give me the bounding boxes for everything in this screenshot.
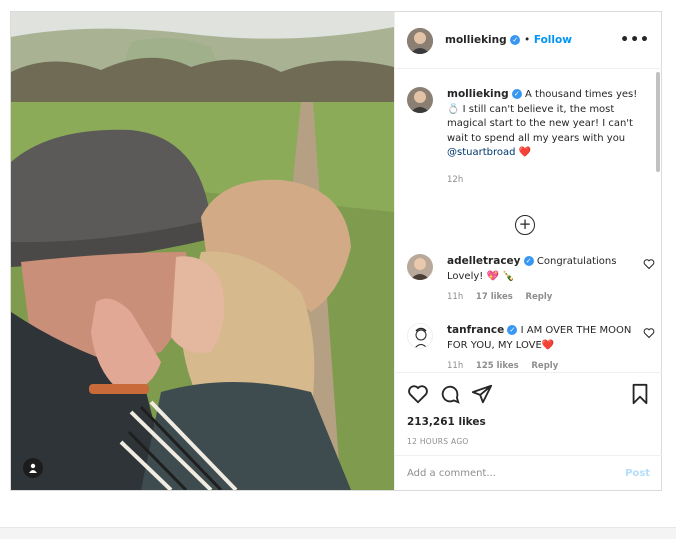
comment-username[interactable]: adelletracey <box>447 255 521 267</box>
comment-username[interactable]: tanfrance <box>447 324 504 336</box>
verified-icon: ✓ <box>523 256 534 266</box>
comment-likes[interactable]: 125 likes <box>476 361 519 371</box>
user-tag-icon[interactable] <box>23 458 43 478</box>
post-timestamp[interactable]: 12 HOURS AGO <box>407 437 469 446</box>
share-icon[interactable] <box>471 383 493 405</box>
caption-row: mollieking ✓ A thousand times yes! 💍 I s… <box>407 87 647 197</box>
comments-scrollbar[interactable] <box>656 72 660 172</box>
comment-row: tanfrance ✓ I AM OVER THE MOON FOR YOU, … <box>407 323 655 372</box>
post-header: mollieking ✓ • Follow ••• <box>395 12 662 69</box>
comment-text: adelletracey ✓ Congratulations Lovely! 💖… <box>447 254 642 305</box>
caption-meta: 12h <box>447 173 642 188</box>
comment-time[interactable]: 11h <box>447 361 463 371</box>
post-side-panel: mollieking ✓ • Follow ••• mollieking ✓ A… <box>394 12 662 490</box>
comments-section[interactable]: mollieking ✓ A thousand times yes! 💍 I s… <box>395 69 662 372</box>
caption-line-2: 💍 I still can't believe it, the most mag… <box>447 103 633 144</box>
comment-like-icon[interactable] <box>643 258 655 270</box>
more-icon[interactable]: ••• <box>620 32 650 48</box>
comment-meta: 11h 17 likes Reply <box>447 290 642 305</box>
comment-like-icon[interactable] <box>643 327 655 339</box>
caption-mention[interactable]: @stuartbroad <box>447 147 515 158</box>
post-photo[interactable] <box>11 12 394 490</box>
commenter-avatar[interactable] <box>407 323 433 349</box>
caption-text: mollieking ✓ A thousand times yes! 💍 I s… <box>447 87 642 187</box>
author-username[interactable]: mollieking <box>445 34 507 46</box>
comment-meta: 11h 125 likes Reply <box>447 359 642 372</box>
page-footer-strip <box>0 527 676 539</box>
comment-text: tanfrance ✓ I AM OVER THE MOON FOR YOU, … <box>447 323 642 372</box>
comment-likes[interactable]: 17 likes <box>476 292 513 302</box>
add-comment-box: Add a comment... Post <box>395 455 662 490</box>
likes-count[interactable]: 213,261 likes <box>407 416 486 428</box>
post-card: mollieking ✓ • Follow ••• mollieking ✓ A… <box>10 11 662 491</box>
comment-input[interactable]: Add a comment... <box>407 468 496 479</box>
comment-emoji: 💖 🍾 <box>486 270 515 282</box>
caption-time[interactable]: 12h <box>447 175 463 185</box>
bookmark-icon[interactable] <box>629 383 651 405</box>
comment-icon[interactable] <box>439 383 461 405</box>
caption-heart: ❤️ <box>518 147 532 158</box>
add-circle-icon[interactable]: + <box>515 215 535 235</box>
reply-button[interactable]: Reply <box>531 361 558 371</box>
verified-icon: ✓ <box>510 35 521 45</box>
caption-username[interactable]: mollieking <box>447 88 509 100</box>
header-user: mollieking ✓ • Follow <box>445 34 572 46</box>
comment-emoji: ❤️ <box>541 339 555 351</box>
follow-button[interactable]: Follow <box>534 34 572 46</box>
post-comment-button[interactable]: Post <box>625 468 650 479</box>
caption-avatar[interactable] <box>407 87 433 113</box>
author-avatar[interactable] <box>407 28 433 54</box>
reply-button[interactable]: Reply <box>525 292 552 302</box>
comment-row: adelletracey ✓ Congratulations Lovely! 💖… <box>407 254 655 314</box>
heart-icon[interactable] <box>407 383 429 405</box>
commenter-avatar[interactable] <box>407 254 433 280</box>
verified-icon: ✓ <box>511 89 522 99</box>
comment-time[interactable]: 11h <box>447 292 463 302</box>
verified-icon: ✓ <box>507 325 518 335</box>
action-bar: 213,261 likes 12 HOURS AGO <box>395 372 662 454</box>
caption-line-1: A thousand times yes! <box>525 89 638 100</box>
dot-separator: • <box>523 34 531 46</box>
post-image <box>11 12 394 490</box>
